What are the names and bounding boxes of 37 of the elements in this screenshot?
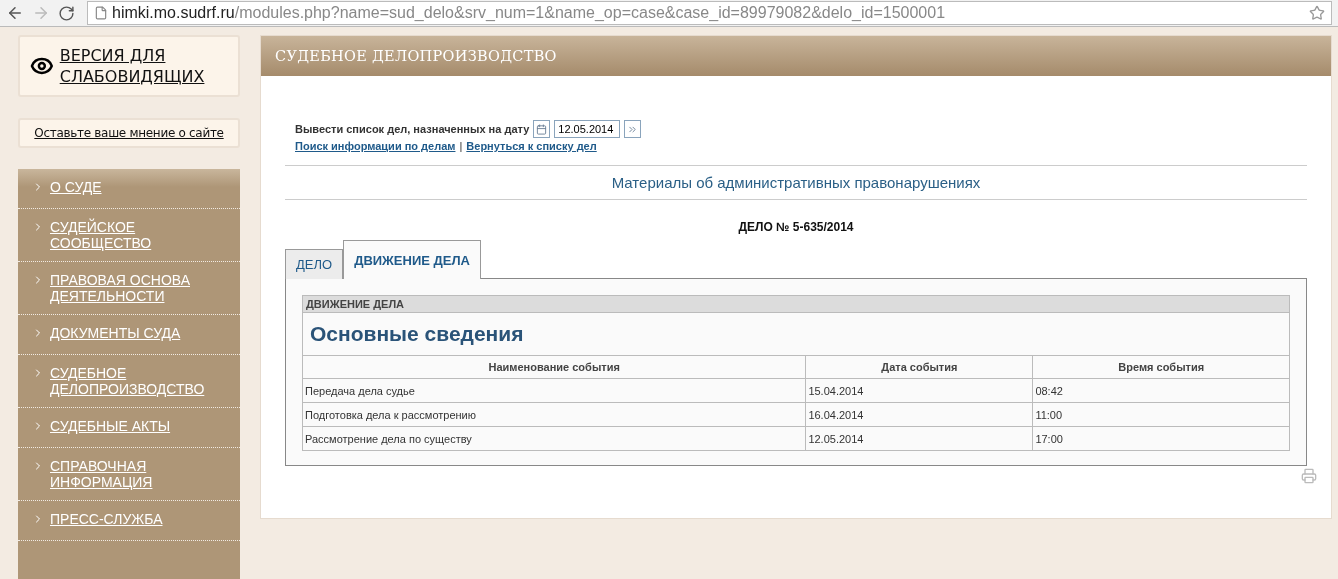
table-cell: 11:00: [1032, 402, 1290, 427]
calendar-icon: [536, 123, 548, 135]
table-section-header: ДВИЖЕНИЕ ДЕЛА: [302, 295, 1290, 313]
date-label: Вывести список дел, назначенных на дату: [295, 123, 530, 135]
section-header: СУДЕБНОЕ ДЕЛОПРОИЗВОДСТВО: [261, 36, 1331, 76]
separator: |: [459, 140, 463, 152]
column-header: Дата события: [805, 355, 1033, 379]
accessibility-link[interactable]: ВЕРСИЯ ДЛЯ СЛАБОВИДЯЩИХ: [59, 45, 228, 87]
print-button[interactable]: [1301, 468, 1317, 484]
page-icon: [94, 6, 108, 20]
table-cell: 12.05.2014: [805, 426, 1033, 451]
table-cell: Подготовка дела к рассмотрению: [302, 402, 806, 427]
back-button[interactable]: [6, 4, 24, 22]
table-cell: Передача дела судье: [302, 378, 806, 403]
tab[interactable]: ДЕЛО: [285, 249, 344, 279]
category-title: Материалы об административных правонарушениях: [285, 165, 1307, 200]
table-cell: 08:42: [1032, 378, 1290, 403]
tab[interactable]: ДВИЖЕНИЕ ДЕЛА: [343, 240, 481, 279]
search-link[interactable]: Поиск информации по делам: [295, 140, 456, 152]
table-cell: Рассмотрение дела по существу: [302, 426, 806, 451]
address-bar[interactable]: himki.mo.sudrf.ru/modules.php?name=sud_delo&srv_num=1&name_op=case&case_id=89979082&delo_id=1500001: [87, 1, 1332, 25]
column-header: Время события: [1032, 355, 1290, 379]
table-cell: 16.04.2014: [805, 402, 1033, 427]
table-heading: Основные сведения: [302, 312, 1290, 356]
case-title: ДЕЛО № 5-635/2014: [737, 220, 855, 234]
column-header: Наименование события: [302, 355, 806, 379]
feedback-link[interactable]: Оставьте ваше мнение о сайте: [18, 118, 240, 148]
printer-icon: [1301, 468, 1317, 484]
bookmark-star-icon[interactable]: [1309, 5, 1325, 21]
table-cell: 17:00: [1032, 426, 1290, 451]
date-field[interactable]: 12.05.2014: [554, 120, 621, 138]
table-cell: 15.04.2014: [805, 378, 1033, 403]
back-to-list-link[interactable]: Вернуться к списку дел: [466, 140, 597, 152]
forward-button[interactable]: [32, 4, 50, 22]
reload-button[interactable]: [58, 4, 75, 22]
go-button[interactable]: [624, 120, 642, 138]
calendar-button[interactable]: [533, 120, 551, 138]
